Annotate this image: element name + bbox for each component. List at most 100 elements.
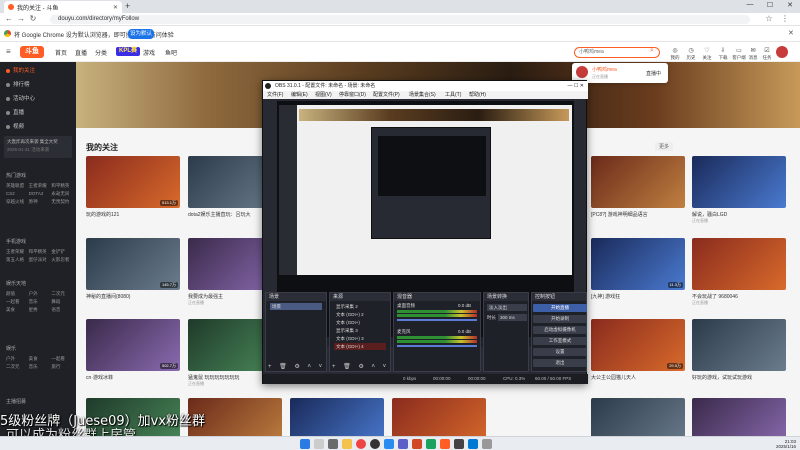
- client-icon[interactable]: ▭ 客户端: [732, 47, 746, 61]
- category-link[interactable]: 二次元: [6, 364, 27, 370]
- category-link[interactable]: 音乐: [29, 364, 50, 370]
- stream-card-title[interactable]: 大公主公园猫儿天人: [591, 374, 685, 381]
- scene-toolbar[interactable]: + 🗑 ⚙ ˄ ˅: [268, 363, 325, 370]
- category-link[interactable]: 永劫无间: [51, 191, 72, 197]
- sidebar-item-activity[interactable]: 活动中心: [6, 94, 72, 104]
- explorer-icon[interactable]: [342, 439, 352, 449]
- stream-card-thumbnail[interactable]: 145.7万: [86, 238, 180, 290]
- category-link[interactable]: 户外: [6, 356, 27, 362]
- nav-kpl[interactable]: KPL赛: [116, 47, 141, 56]
- category-link[interactable]: 语音: [51, 307, 72, 313]
- obs-icon[interactable]: [370, 439, 380, 449]
- chrome-icon[interactable]: [356, 439, 366, 449]
- nav-game[interactable]: 游戏: [143, 48, 155, 57]
- category-link[interactable]: 金铲铲: [51, 249, 72, 255]
- search-input[interactable]: 小鸭鸡mea: [574, 47, 660, 58]
- sidebar-footer[interactable]: 主播招募: [6, 398, 26, 405]
- obs-menu-edit[interactable]: 编辑(E): [291, 91, 308, 99]
- nav-home[interactable]: 首页: [55, 48, 67, 57]
- set-default-button[interactable]: 设为默认: [128, 29, 154, 39]
- source-item[interactable]: 文本 (GDI+) 2: [334, 311, 386, 318]
- source-item[interactable]: 文本 (GDI+) 4: [334, 343, 386, 350]
- message-icon[interactable]: ◎ 我的: [668, 47, 682, 61]
- obs-menu-view[interactable]: 视图(V): [315, 91, 332, 99]
- teams-icon[interactable]: [398, 439, 408, 449]
- stream-card-title[interactable]: [PC8?] 游戏神明细品语言: [591, 211, 685, 218]
- stream-card-thumbnail[interactable]: 29.5万: [591, 319, 685, 371]
- stream-card-title[interactable]: 不会玩战了 9680046: [692, 293, 786, 300]
- new-tab-button[interactable]: +: [125, 1, 130, 11]
- category-link[interactable]: 颜值: [6, 291, 27, 297]
- history-icon[interactable]: ◷ 历史: [684, 47, 698, 61]
- system-clock[interactable]: 21:03 2025/1/16: [760, 439, 796, 449]
- app-icon[interactable]: [412, 439, 422, 449]
- settings-button[interactable]: 设置: [533, 348, 587, 356]
- category-link[interactable]: 一起看: [51, 356, 72, 362]
- follow-icon[interactable]: ♡ 关注: [700, 47, 714, 61]
- notify-icon[interactable]: ✉ 消息: [746, 47, 760, 61]
- user-avatar[interactable]: [776, 46, 788, 58]
- task-view-icon[interactable]: [328, 439, 338, 449]
- sidebar-item-live[interactable]: 直播: [6, 108, 72, 118]
- more-button[interactable]: 更多: [655, 142, 674, 151]
- category-link[interactable]: 和平精英: [29, 249, 50, 255]
- transition-select[interactable]: 淡入淡出: [487, 304, 527, 311]
- obs-menu-tools[interactable]: 工具(T): [445, 91, 461, 99]
- duration-input[interactable]: 300 ms: [498, 314, 527, 321]
- category-link[interactable]: 和平精英: [51, 183, 72, 189]
- start-icon[interactable]: [300, 439, 310, 449]
- nav-category[interactable]: 分类: [95, 48, 107, 57]
- category-link[interactable]: 蛋仔派对: [29, 257, 50, 263]
- scene-item[interactable]: 场景: [270, 303, 322, 310]
- close-tab-icon[interactable]: ✕: [113, 4, 118, 11]
- start-streaming-button[interactable]: 开始直播: [533, 304, 587, 312]
- edge-icon[interactable]: [384, 439, 394, 449]
- task-icon[interactable]: ☑ 任务: [760, 47, 774, 61]
- source-item[interactable]: 文本 (GDI+): [334, 319, 386, 326]
- hamburger-icon[interactable]: ≡: [6, 47, 11, 56]
- stream-card-title[interactable]: 好玩的游戏，试玩试玩游戏: [692, 374, 786, 381]
- category-link[interactable]: 一起看: [6, 299, 27, 305]
- category-link[interactable]: 王者荣耀: [29, 183, 50, 189]
- start-recording-button[interactable]: 开始录制: [533, 315, 587, 323]
- search-icon[interactable]: ⌕: [650, 47, 654, 55]
- virtual-camera-button[interactable]: 启动虚拟摄像机: [533, 326, 587, 334]
- star-icon[interactable]: ☆: [764, 14, 774, 23]
- stream-card-title[interactable]: 神秘的直播间(8080): [86, 293, 180, 300]
- category-link[interactable]: 音乐: [29, 299, 50, 305]
- category-link[interactable]: DOTA2: [29, 191, 50, 197]
- category-link[interactable]: 星秀: [29, 307, 50, 313]
- category-link[interactable]: 火影忍者: [51, 257, 72, 263]
- source-item[interactable]: 文本 (GDI+) 3: [334, 335, 386, 342]
- category-link[interactable]: 美食: [6, 307, 27, 313]
- minimize-icon[interactable]: —: [740, 1, 760, 8]
- source-item[interactable]: 显示采集 2: [334, 303, 386, 310]
- stream-card-thumbnail[interactable]: 502.7万: [86, 319, 180, 371]
- category-link[interactable]: 第五人格: [6, 257, 27, 263]
- stream-card-thumbnail[interactable]: [692, 319, 786, 371]
- stream-card-title[interactable]: 玩的游戏的121: [86, 211, 180, 218]
- url-field[interactable]: douyu.com/directory/myFollow: [50, 15, 750, 24]
- category-link[interactable]: 美食: [29, 356, 50, 362]
- forward-icon[interactable]: →: [16, 14, 26, 23]
- category-link[interactable]: 王者荣耀: [6, 249, 27, 255]
- close-window-icon[interactable]: ✕: [780, 1, 800, 9]
- stream-card-thumbnail[interactable]: [692, 238, 786, 290]
- douyu-logo[interactable]: 斗鱼: [20, 46, 44, 58]
- source-toolbar[interactable]: + 🗑 ⚙ ˄ ˅: [332, 363, 389, 370]
- source-item[interactable]: 显示采集 3: [334, 327, 386, 334]
- obs-window-controls[interactable]: — ☐ ✕: [568, 81, 584, 91]
- reload-icon[interactable]: ↻: [28, 14, 38, 23]
- studio-mode-button[interactable]: 工作室模式: [533, 337, 587, 345]
- obs-menu-profile[interactable]: 配置文件(P): [373, 91, 400, 99]
- browser-tab[interactable]: 我的关注 - 斗鱼 ✕: [4, 1, 122, 13]
- sidebar-item-rank[interactable]: 排行榜: [6, 80, 72, 90]
- download-icon[interactable]: ⇩ 下载: [716, 47, 730, 61]
- category-link[interactable]: 原神: [29, 199, 50, 205]
- obs-menu-docks[interactable]: 停靠窗口(D): [339, 91, 366, 99]
- obs-menu-file[interactable]: 文件(F): [267, 91, 283, 99]
- douyu-icon[interactable]: [440, 439, 450, 449]
- back-icon[interactable]: ←: [4, 14, 14, 23]
- sidebar-item-follow[interactable]: 我的关注: [6, 66, 72, 76]
- obs-menu-scenes[interactable]: 场景集合(S): [409, 91, 436, 99]
